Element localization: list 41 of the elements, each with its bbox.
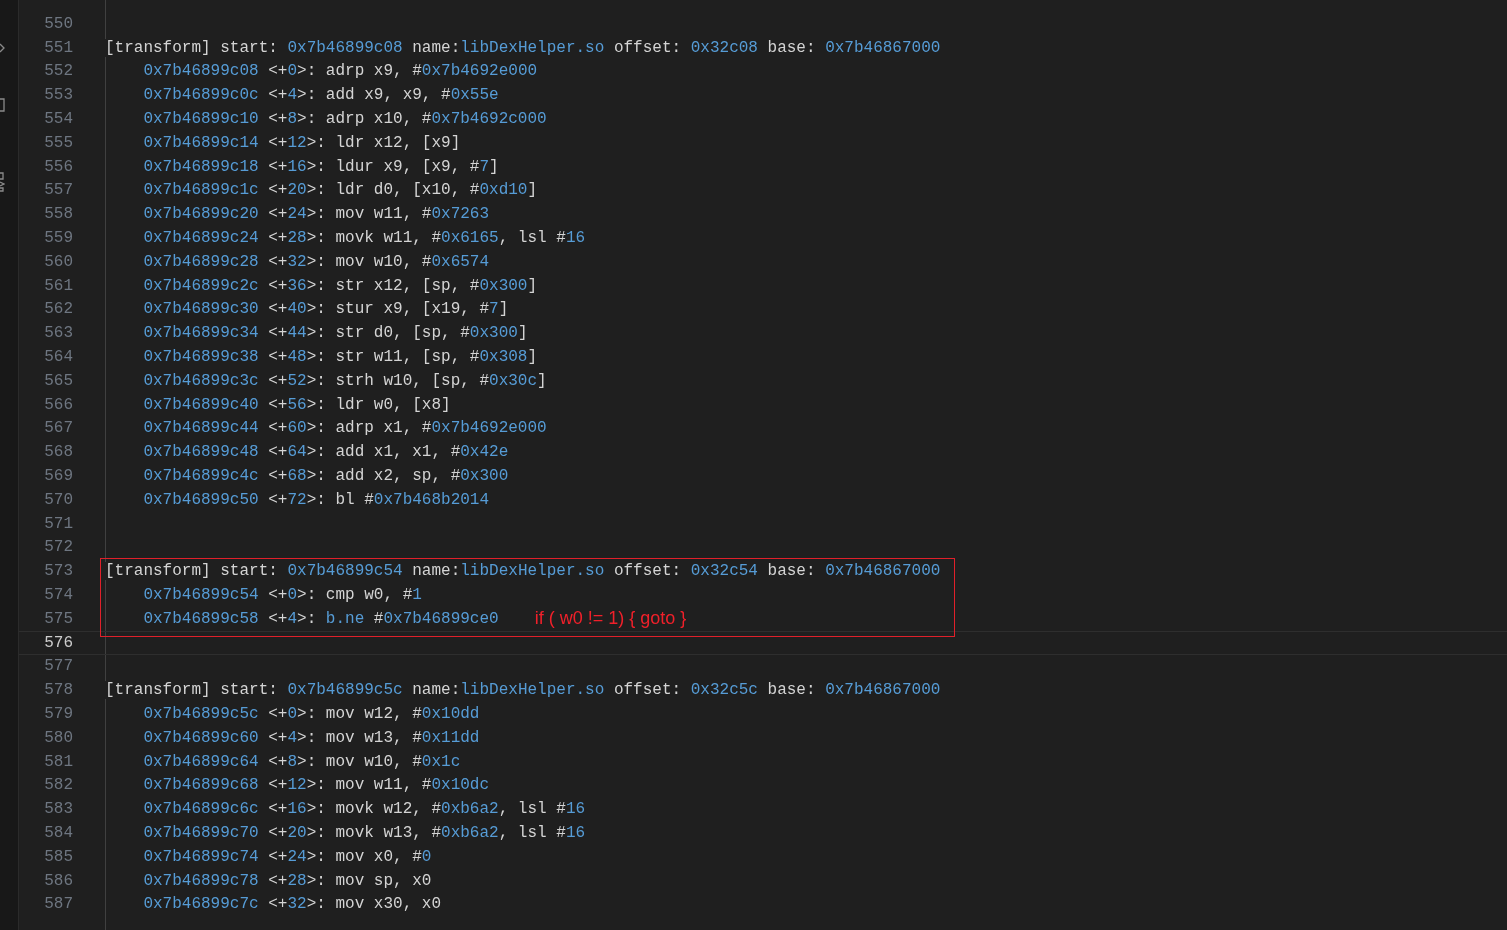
line-number: 577 (43, 657, 73, 676)
line-number: 571 (43, 514, 73, 533)
line-number: 580 (43, 728, 73, 747)
line-number: 575 (43, 609, 73, 628)
line-number: 574 (43, 586, 73, 604)
line-number: 565 (43, 371, 73, 390)
line-number: 582 (43, 776, 73, 795)
line-number: 551 (43, 38, 73, 57)
line-number: 552 (43, 62, 73, 81)
line-number: 557 (43, 181, 73, 200)
line-number: 561 (43, 276, 73, 295)
line-number: 576 (43, 633, 73, 652)
line-number: 556 (43, 157, 73, 176)
line-number: 570 (43, 490, 73, 509)
line-number: 558 (43, 205, 73, 224)
line-number: 567 (43, 419, 73, 438)
bracket-icon[interactable] (0, 98, 5, 112)
line-number: 566 (43, 395, 73, 414)
line-number: 554 (43, 110, 73, 129)
line-number: 572 (43, 538, 73, 557)
line-number: 581 (43, 752, 73, 771)
line-number: 573 (43, 562, 73, 581)
line-number: 563 (43, 324, 73, 343)
line-number: 569 (43, 467, 73, 486)
line-number: 586 (43, 871, 73, 890)
line-number: 585 (43, 847, 73, 866)
line-number: 560 (43, 252, 73, 271)
line-number: 553 (43, 86, 73, 105)
line-number: 550 (43, 14, 73, 33)
line-number: 555 (43, 133, 73, 152)
line-number: 559 (43, 229, 73, 248)
line-number: 578 (43, 681, 73, 700)
line-number: 562 (43, 300, 73, 319)
line-number: 587 (43, 895, 73, 914)
line-number: 564 (43, 348, 73, 367)
line-number: 584 (43, 824, 73, 842)
line-number: 579 (43, 705, 73, 723)
annotation-note: if ( w0 != 1) { goto } (534, 608, 687, 630)
chevron-icon[interactable] (0, 43, 5, 53)
line-number: 568 (43, 443, 73, 462)
line-number: 583 (43, 800, 73, 819)
